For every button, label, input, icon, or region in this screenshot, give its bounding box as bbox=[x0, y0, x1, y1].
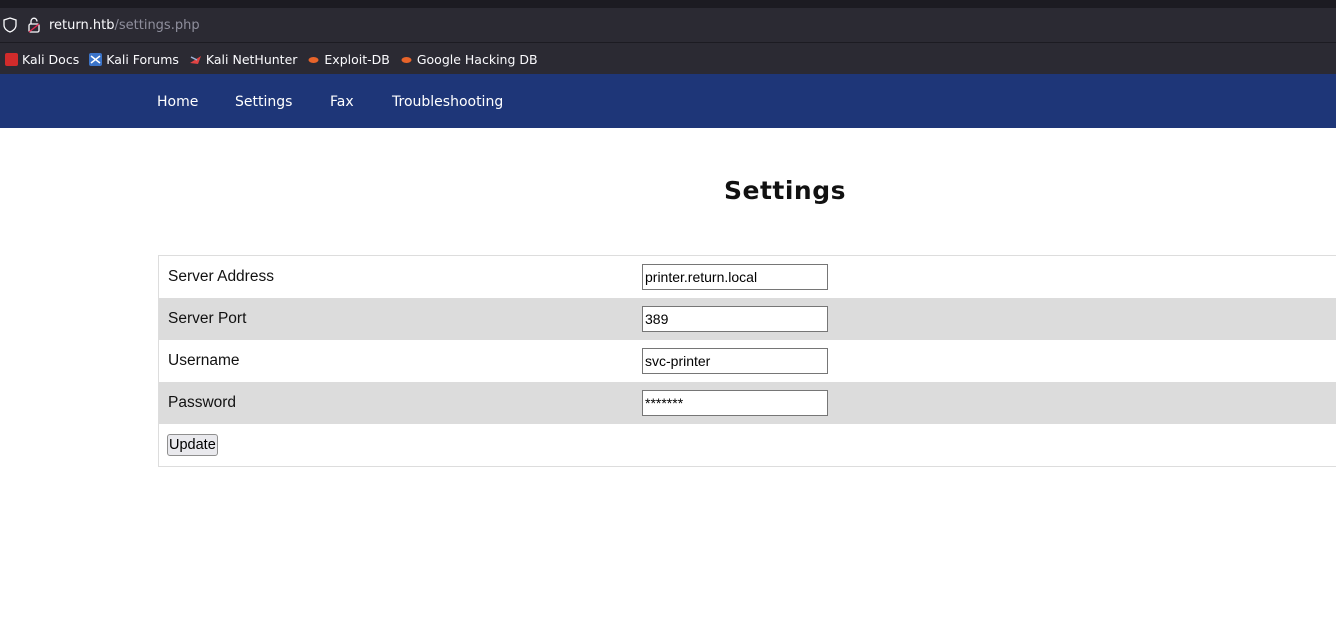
bookmark-kali-nethunter[interactable]: Kali NetHunter bbox=[189, 52, 297, 67]
ghdb-icon bbox=[401, 56, 412, 63]
url-path: /settings.php bbox=[114, 17, 200, 33]
bookmark-label: Google Hacking DB bbox=[416, 51, 538, 67]
username-label: Username bbox=[168, 352, 240, 369]
server-port-label: Server Port bbox=[168, 310, 247, 327]
url-bar[interactable]: return.htb/settings.php bbox=[0, 8, 1336, 42]
url-text[interactable]: return.htb/settings.php bbox=[49, 18, 200, 33]
nav-troubleshooting-link[interactable]: Troubleshooting bbox=[392, 74, 503, 128]
bookmark-google-hacking-db[interactable]: Google Hacking DB bbox=[400, 52, 538, 67]
bookmark-kali-docs[interactable]: Kali Docs bbox=[5, 52, 79, 67]
server-port-input[interactable] bbox=[642, 306, 828, 332]
bookmark-label: Kali NetHunter bbox=[205, 51, 298, 67]
nav-fax-link[interactable]: Fax bbox=[330, 74, 354, 128]
browser-top-strip bbox=[0, 0, 1336, 8]
update-button[interactable]: Update bbox=[167, 434, 218, 456]
lock-icon[interactable] bbox=[28, 17, 40, 33]
site-navbar: Home Settings Fax Troubleshooting bbox=[0, 74, 1336, 128]
server-address-input[interactable] bbox=[642, 264, 828, 290]
form-row-server-address: Server Address bbox=[159, 256, 1336, 299]
password-label: Password bbox=[168, 394, 237, 411]
kali-nethunter-icon bbox=[189, 55, 201, 64]
server-address-label: Server Address bbox=[168, 268, 274, 285]
bookmark-label: Exploit-DB bbox=[324, 51, 390, 67]
url-host: return.htb bbox=[49, 17, 115, 33]
form-row-server-port: Server Port bbox=[158, 298, 1336, 340]
bookmark-label: Kali Docs bbox=[22, 51, 80, 67]
kali-forums-icon bbox=[89, 52, 103, 66]
nav-settings-link[interactable]: Settings bbox=[235, 74, 292, 128]
shield-icon[interactable] bbox=[3, 17, 17, 33]
page-title: Settings bbox=[723, 176, 846, 205]
form-row-submit: Update bbox=[159, 424, 1336, 467]
bookmark-label: Kali Forums bbox=[106, 51, 179, 67]
form-row-password: Password bbox=[158, 382, 1336, 424]
bookmark-exploit-db[interactable]: Exploit-DB bbox=[307, 51, 390, 67]
username-input[interactable] bbox=[642, 348, 828, 374]
password-input[interactable] bbox=[642, 390, 828, 416]
kali-docs-icon bbox=[5, 52, 18, 66]
form-row-username: Username bbox=[159, 340, 1336, 382]
settings-form-table: Server Address Server Port Username Pass… bbox=[158, 255, 1336, 467]
exploit-db-icon bbox=[308, 56, 319, 63]
bookmarks-toolbar: Kali Docs Kali Forums Kali NetHunter Exp… bbox=[0, 42, 1336, 75]
bookmark-kali-forums[interactable]: Kali Forums bbox=[89, 52, 179, 67]
nav-home-link[interactable]: Home bbox=[157, 74, 198, 128]
